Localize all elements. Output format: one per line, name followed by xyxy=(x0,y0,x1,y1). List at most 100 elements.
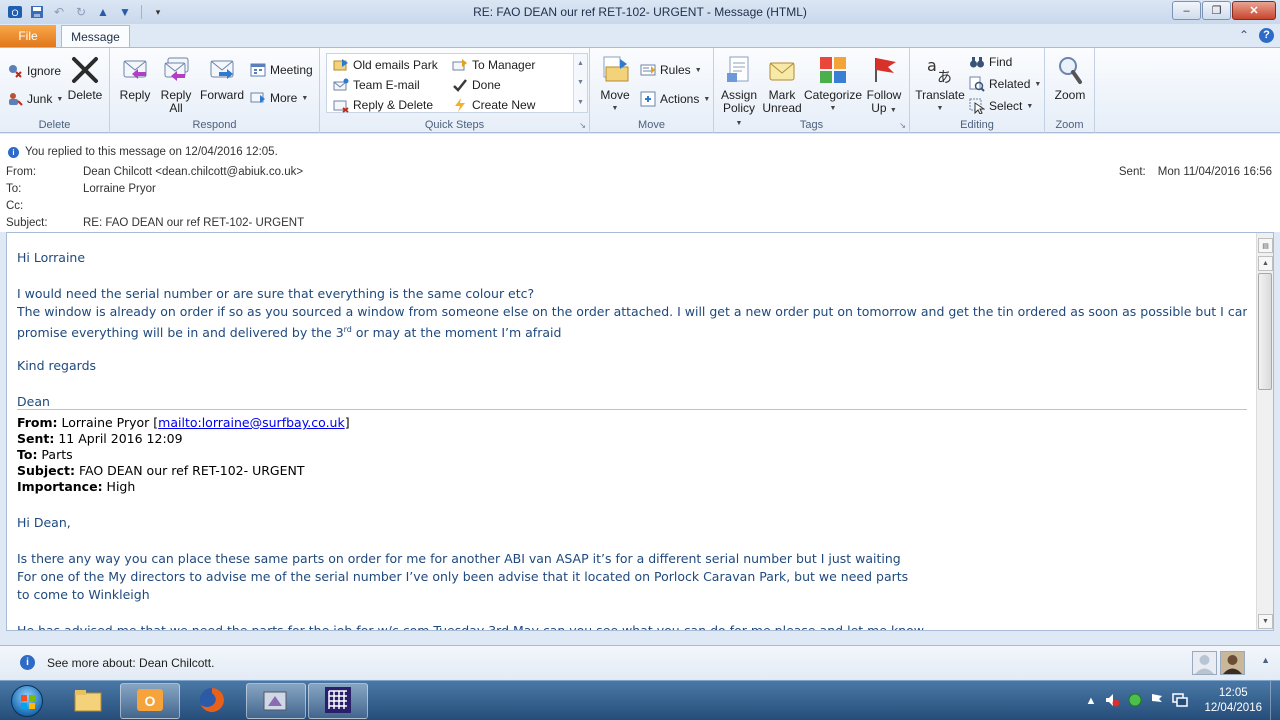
quick-access-toolbar: O ↶ ↻ ▲ ▼ ▾ xyxy=(0,3,167,21)
taskbar-grid-app[interactable] xyxy=(308,683,368,719)
actions-button[interactable]: Actions ▼ xyxy=(640,91,710,107)
mailto-link[interactable]: mailto:lorraine@surfbay.co.uk xyxy=(158,415,345,430)
help-icon[interactable]: ? xyxy=(1259,28,1274,43)
scroll-up-icon[interactable]: ▲ xyxy=(577,60,584,67)
related-button[interactable]: Related ▼ xyxy=(969,76,1041,92)
maximize-button[interactable]: ❐ xyxy=(1202,1,1231,20)
from-label: From: xyxy=(6,166,37,178)
forwarded-importance-label: Importance: xyxy=(17,479,103,494)
next-item-icon[interactable]: ▼ xyxy=(116,3,134,21)
quick-step-create-new[interactable]: Create New xyxy=(452,97,535,113)
undo-icon[interactable]: ↶ xyxy=(50,3,68,21)
body-line: The window is already on order if so as … xyxy=(17,304,1247,319)
original-line: He has advised me that we need the parts… xyxy=(17,622,924,630)
quick-step-done[interactable]: Done xyxy=(452,77,501,93)
forward-button[interactable]: Forward xyxy=(198,54,246,102)
move-button[interactable]: Move ▼ xyxy=(596,54,634,115)
status-green-icon[interactable] xyxy=(1128,693,1142,710)
original-line: For one of the My directors to advise me… xyxy=(17,569,909,584)
info-bar[interactable]: i You replied to this message on 12/04/2… xyxy=(8,146,278,158)
follow-up-button[interactable]: Follow Up ▼ xyxy=(864,54,904,117)
network-icon[interactable] xyxy=(1172,692,1189,711)
select-button[interactable]: Select ▼ xyxy=(969,98,1033,114)
quick-step-label: Team E-mail xyxy=(353,78,420,92)
info-icon: i xyxy=(8,146,19,158)
meeting-button[interactable]: Meeting xyxy=(250,62,313,78)
quick-step-old-emails-park[interactable]: Old emails Park xyxy=(333,57,438,73)
zoom-group-label: Zoom xyxy=(1055,119,1084,131)
close-button[interactable]: ✕ xyxy=(1232,1,1276,20)
scroll-down-icon[interactable]: ▼ xyxy=(577,79,584,86)
tab-file[interactable]: File xyxy=(0,25,56,47)
reading-options-icon[interactable]: ▤ xyxy=(1258,238,1273,253)
reply-all-button[interactable]: Reply All xyxy=(158,54,194,115)
forwarded-to-label: To: xyxy=(17,447,38,462)
quick-steps-scrollbar[interactable]: ▲ ▼ ▼ xyxy=(573,54,587,112)
zoom-button[interactable]: Zoom xyxy=(1051,54,1089,102)
avatar-placeholder[interactable] xyxy=(1192,651,1217,675)
forwarded-sent-label: Sent: xyxy=(17,431,55,446)
minimize-button[interactable]: – xyxy=(1172,1,1201,20)
scroll-down-arrow-icon[interactable]: ▼ xyxy=(1258,614,1273,629)
scrollbar-thumb[interactable] xyxy=(1258,273,1272,390)
quick-steps-group: Old emails Park To Manager Team E-mail D… xyxy=(320,48,590,133)
system-tray: ▲ 12:05 12/04/2016 xyxy=(1086,681,1268,720)
forwarded-from-label: From: xyxy=(17,415,58,430)
taskbar-outlook[interactable]: O xyxy=(120,683,180,719)
delete-button[interactable]: Delete xyxy=(66,54,104,102)
rules-icon xyxy=(640,62,656,78)
show-hidden-icons-icon[interactable]: ▲ xyxy=(1086,695,1097,707)
start-button[interactable] xyxy=(4,682,50,720)
expand-gallery-icon[interactable]: ▼ xyxy=(577,99,584,106)
to-value[interactable]: Lorraine Pryor xyxy=(83,183,156,195)
message-body[interactable]: Hi Lorraine I would need the serial numb… xyxy=(6,232,1274,631)
quick-step-to-manager[interactable]: To Manager xyxy=(452,57,535,73)
ignore-icon xyxy=(7,63,23,79)
window-controls: – ❐ ✕ xyxy=(1172,1,1276,20)
more-label: More xyxy=(270,91,298,105)
meeting-label: Meeting xyxy=(270,63,313,77)
flag-notification-icon[interactable] xyxy=(1150,693,1164,710)
categorize-button[interactable]: Categorize ▼ xyxy=(804,54,862,115)
collapse-ribbon-icon[interactable]: ⌃ xyxy=(1239,28,1249,43)
move-group-label: Move xyxy=(638,119,665,131)
outlook-app-icon[interactable]: O xyxy=(6,3,24,21)
quick-step-reply-delete[interactable]: Reply & Delete xyxy=(333,97,433,113)
show-desktop-button[interactable] xyxy=(1270,681,1280,720)
translate-button[interactable]: aあ Translate ▼ xyxy=(915,54,965,115)
editing-group-label: Editing xyxy=(960,119,994,131)
redo-icon[interactable]: ↻ xyxy=(72,3,90,21)
tab-message[interactable]: Message xyxy=(61,25,130,48)
save-icon[interactable] xyxy=(28,3,46,21)
body-scrollbar[interactable]: ▤ ▲ ▼ xyxy=(1256,233,1273,630)
binoculars-icon xyxy=(969,54,985,70)
sent-value: Mon 11/04/2016 16:56 xyxy=(1157,166,1272,178)
forward-label: Forward xyxy=(199,88,244,102)
people-pane-info[interactable]: i See more about: Dean Chilcott. xyxy=(20,655,214,670)
quick-step-team-email[interactable]: Team E-mail xyxy=(333,77,420,93)
avatar[interactable] xyxy=(1220,651,1245,675)
select-label: Select xyxy=(989,99,1023,113)
follow-up-dropdown-icon: ▼ xyxy=(889,107,897,114)
meeting-icon xyxy=(250,62,266,78)
mark-unread-button[interactable]: Mark Unread xyxy=(762,54,802,115)
previous-item-icon[interactable]: ▲ xyxy=(94,3,112,21)
rules-button[interactable]: Rules ▼ xyxy=(640,62,702,78)
ignore-button[interactable]: Ignore xyxy=(7,63,61,79)
customize-toolbar-icon[interactable]: ▾ xyxy=(149,3,167,21)
more-respond-button[interactable]: More ▼ xyxy=(250,90,308,106)
taskbar-app-window[interactable] xyxy=(246,683,306,719)
tags-group-label: Tags xyxy=(799,119,824,131)
team-email-icon xyxy=(333,77,349,93)
taskbar-explorer[interactable] xyxy=(58,683,118,719)
junk-button[interactable]: Junk ▼ xyxy=(7,91,63,107)
from-value[interactable]: Dean Chilcott <dean.chilcott@abiuk.co.uk… xyxy=(83,166,303,178)
expand-people-pane-icon[interactable]: ▲ xyxy=(1261,655,1270,665)
follow-up-label-2: Up xyxy=(871,101,887,115)
clock[interactable]: 12:05 12/04/2016 xyxy=(1204,686,1262,716)
reply-button[interactable]: Reply xyxy=(118,54,152,102)
scroll-up-arrow-icon[interactable]: ▲ xyxy=(1258,256,1273,271)
volume-muted-icon[interactable] xyxy=(1104,692,1120,711)
taskbar-firefox[interactable] xyxy=(182,683,242,719)
find-button[interactable]: Find xyxy=(969,54,1012,70)
